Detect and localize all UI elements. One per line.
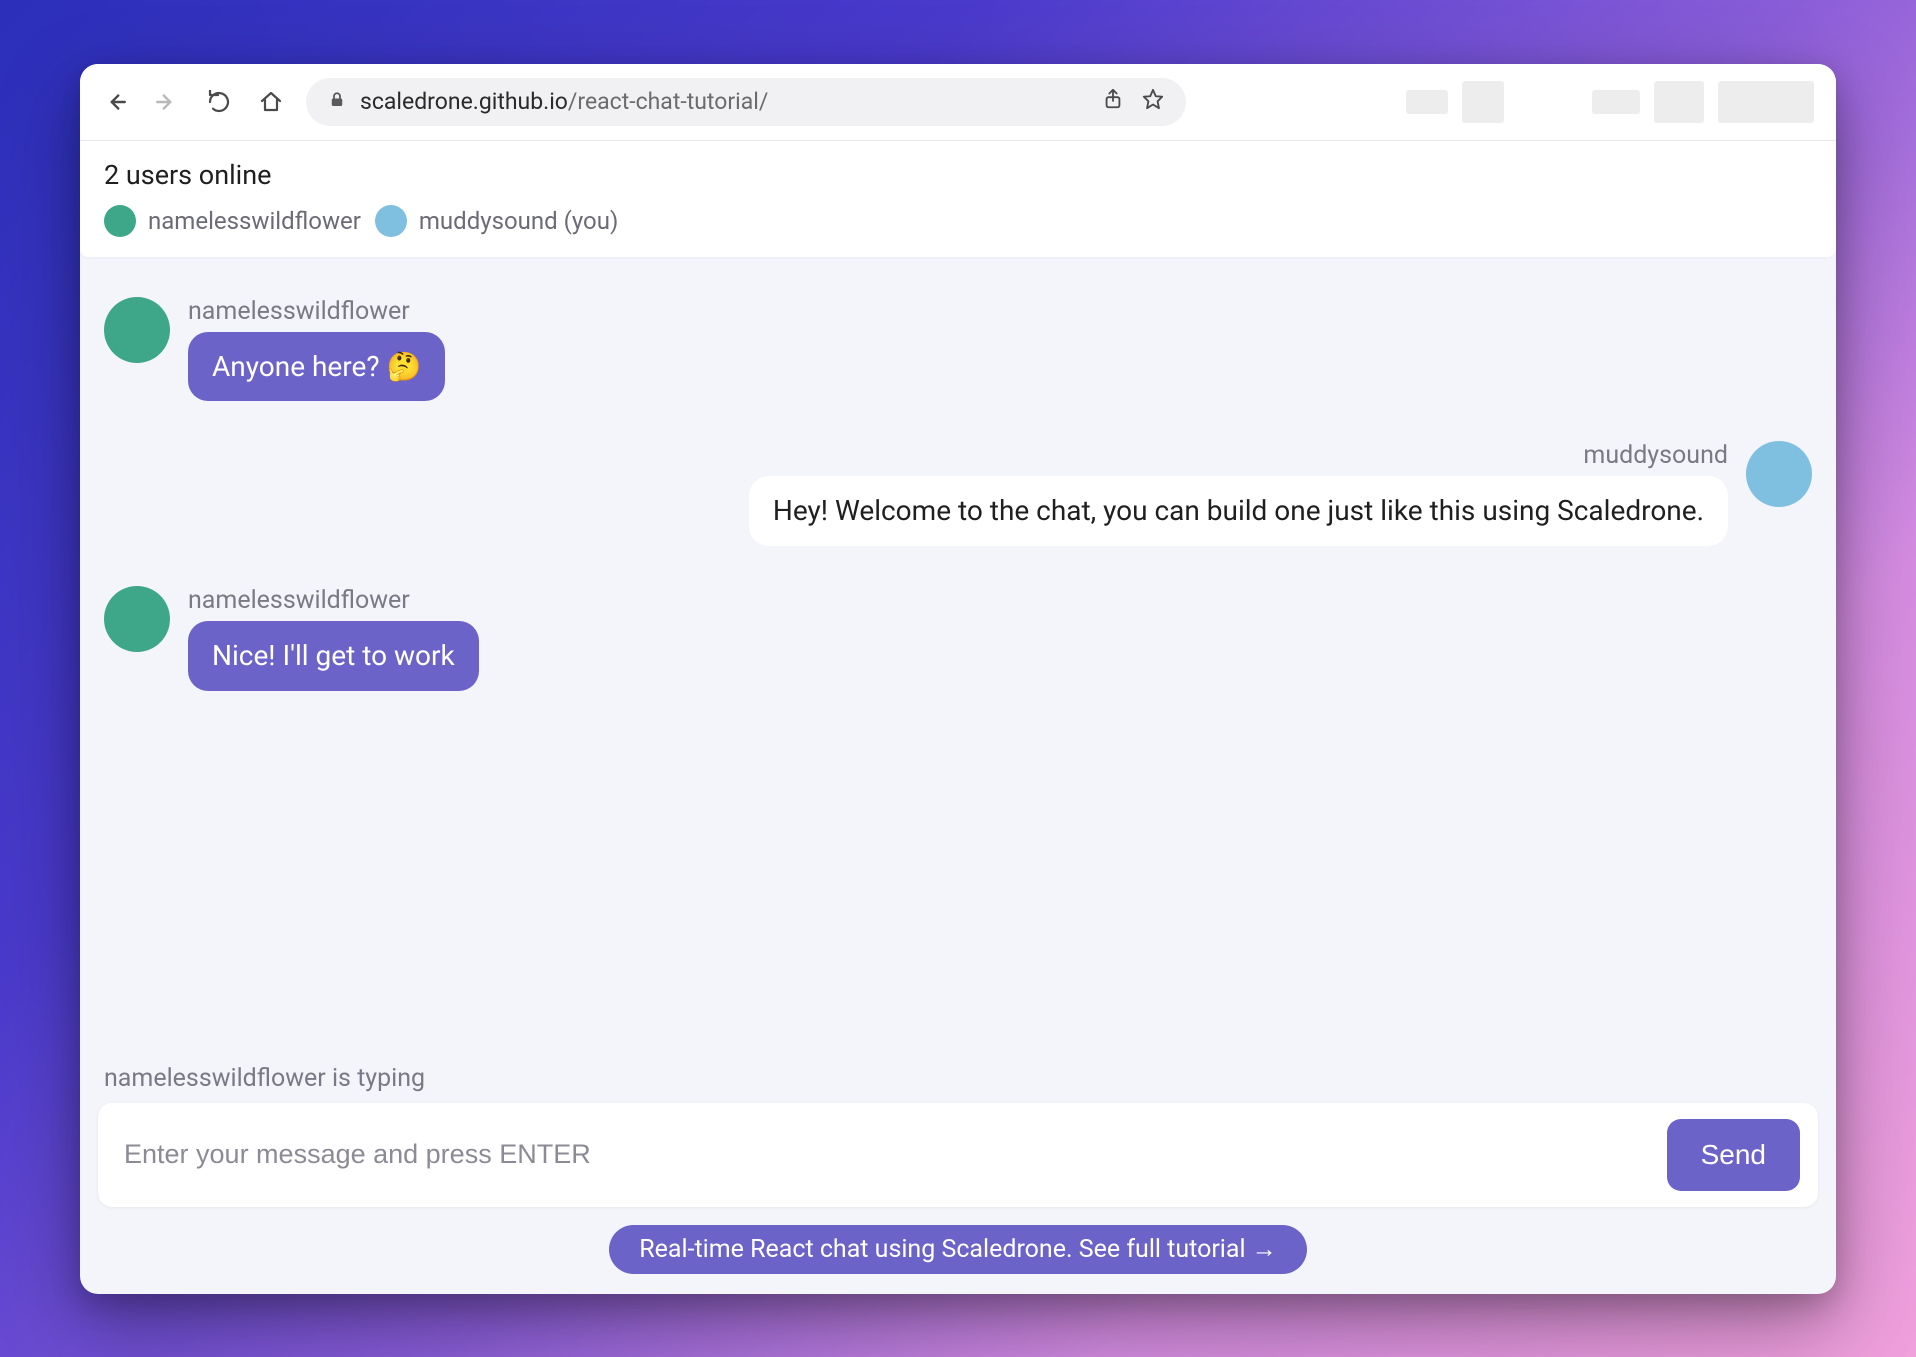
message-author: namelesswildflower [188, 586, 479, 615]
avatar [375, 205, 407, 237]
home-icon[interactable] [258, 89, 284, 115]
share-icon[interactable] [1102, 88, 1124, 116]
placeholder [1654, 81, 1704, 123]
compose-bar: Send [98, 1103, 1818, 1207]
tutorial-link[interactable]: Real-time React chat using Scaledrone. S… [609, 1225, 1307, 1274]
message-row: muddysound Hey! Welcome to the chat, you … [104, 441, 1812, 546]
typing-indicator: namelesswildflower is typing [80, 1064, 1836, 1103]
user-name: muddysound (you) [419, 207, 618, 235]
placeholder [1462, 81, 1504, 123]
browser-toolbar: scaledrone.github.io/react-chat-tutorial… [80, 64, 1836, 141]
users-row: namelesswildflower muddysound (you) [104, 205, 1812, 237]
avatar [1746, 441, 1812, 507]
message-bubble: Hey! Welcome to the chat, you can build … [749, 476, 1728, 546]
url-text: scaledrone.github.io/react-chat-tutorial… [360, 88, 1088, 115]
message-bubble: Anyone here? 🤔 [188, 332, 445, 402]
nav-icons [102, 89, 284, 115]
message-bubble: Nice! I'll get to work [188, 621, 479, 691]
user-name: namelesswildflower [148, 207, 361, 235]
message-column: namelesswildflower Nice! I'll get to work [188, 586, 479, 691]
message-column: namelesswildflower Anyone here? 🤔 [188, 297, 445, 402]
online-panel: 2 users online namelesswildflower muddyso… [80, 141, 1836, 257]
placeholder [1406, 90, 1448, 114]
message-column: muddysound Hey! Welcome to the chat, you … [749, 441, 1728, 546]
back-icon[interactable] [102, 89, 128, 115]
messages-list[interactable]: namelesswildflower Anyone here? 🤔 muddysou… [80, 257, 1836, 1064]
avatar [104, 586, 170, 652]
address-actions [1102, 88, 1164, 116]
footer: Real-time React chat using Scaledrone. S… [80, 1225, 1836, 1294]
message-author: namelesswildflower [188, 297, 445, 326]
message-input[interactable] [116, 1123, 1651, 1186]
user-chip: namelesswildflower [104, 205, 361, 237]
placeholder [1718, 81, 1814, 123]
user-chip: muddysound (you) [375, 205, 618, 237]
avatar [104, 205, 136, 237]
lock-icon [328, 88, 346, 115]
reload-icon[interactable] [206, 89, 232, 115]
message-row: namelesswildflower Anyone here? 🤔 [104, 297, 1812, 402]
send-button[interactable]: Send [1667, 1119, 1800, 1191]
toolbar-placeholders [1406, 81, 1814, 123]
avatar [104, 297, 170, 363]
address-bar[interactable]: scaledrone.github.io/react-chat-tutorial… [306, 78, 1186, 126]
page-content: 2 users online namelesswildflower muddyso… [80, 141, 1836, 1294]
star-icon[interactable] [1142, 88, 1164, 116]
message-row: namelesswildflower Nice! I'll get to work [104, 586, 1812, 691]
online-title: 2 users online [104, 159, 1812, 191]
placeholder [1592, 90, 1640, 114]
browser-window: scaledrone.github.io/react-chat-tutorial… [80, 64, 1836, 1294]
forward-icon[interactable] [154, 89, 180, 115]
message-author: muddysound [1583, 441, 1728, 470]
